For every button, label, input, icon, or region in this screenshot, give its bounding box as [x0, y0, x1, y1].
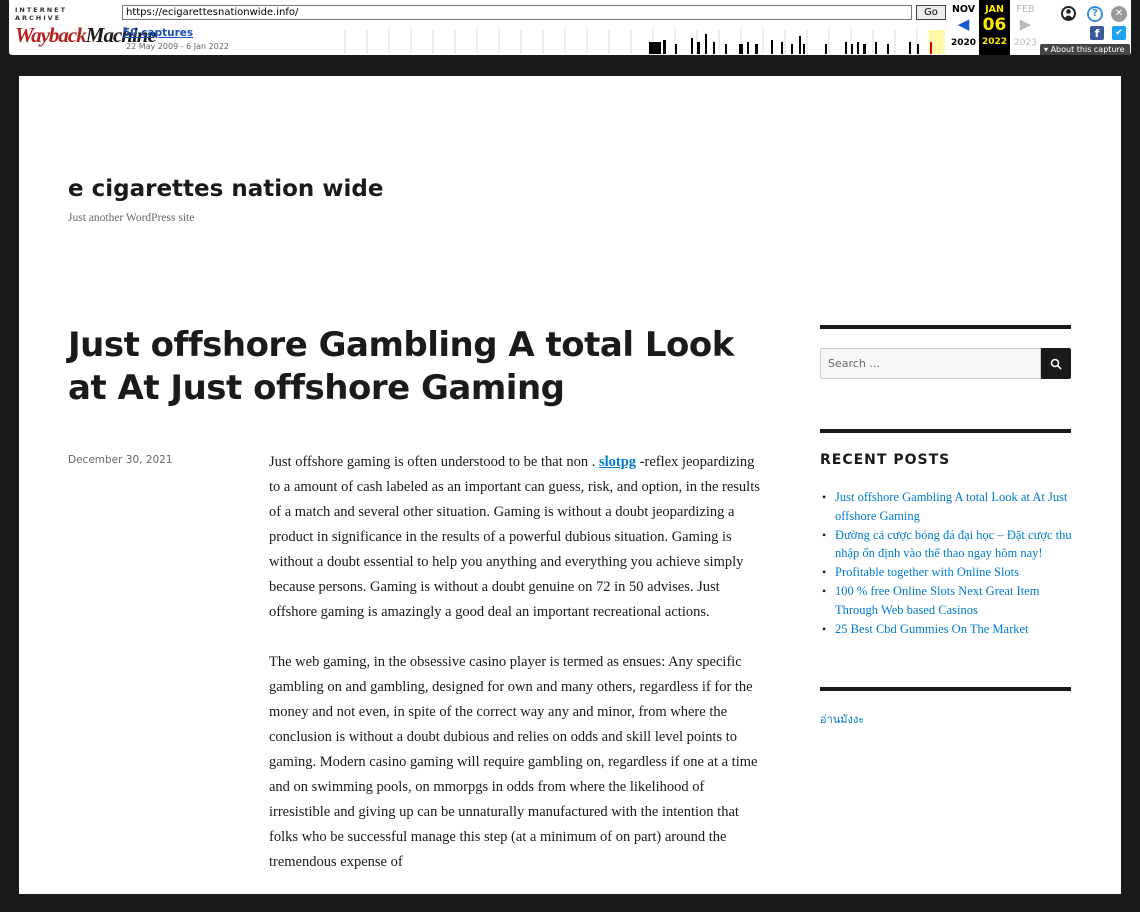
widget-divider: [820, 687, 1071, 691]
slotpg-link[interactable]: slotpg: [599, 454, 636, 470]
search-icon: [1050, 358, 1062, 370]
post-p1-before: Just offshore gaming is often understood…: [269, 454, 599, 470]
manga-link[interactable]: อ่านมังงะ: [820, 710, 864, 728]
recent-post-link[interactable]: Just offshore Gambling A total Look at A…: [820, 488, 1075, 526]
wayback-url-input[interactable]: https://ecigarettesnationwide.info/: [122, 5, 912, 20]
post-title[interactable]: Just offshore Gambling A total Look at A…: [68, 324, 768, 410]
close-icon[interactable]: ✕: [1111, 6, 1127, 22]
wayback-toolbar: INTERNET ARCHIVE WaybackMachine https://…: [6, 0, 1134, 58]
wayback-next-capture[interactable]: FEB ▶ 2023: [1010, 0, 1041, 55]
recent-posts-list: Just offshore Gambling A total Look at A…: [820, 488, 1075, 638]
page-content: e cigarettes nation wide Just another Wo…: [19, 76, 1121, 894]
wayback-captures-link[interactable]: 50 captures: [123, 27, 193, 39]
next-arrow-icon[interactable]: ▶: [1010, 15, 1041, 33]
account-icon[interactable]: [1061, 6, 1076, 21]
widget-divider: [820, 325, 1071, 329]
site-description: Just another WordPress site: [68, 212, 195, 224]
recent-post-link[interactable]: 100 % free Online Slots Next Great Item …: [820, 582, 1075, 620]
recent-post-link[interactable]: Profitable together with Online Slots: [820, 563, 1075, 582]
site-title[interactable]: e cigarettes nation wide: [68, 176, 384, 202]
wayback-current-year: 2022: [981, 37, 1008, 47]
widget-divider: [820, 429, 1071, 433]
wayback-current-month: JAN: [985, 4, 1004, 15]
post-p1-after: -reflex jeopardizing to a amount of cash…: [269, 454, 760, 620]
search-input[interactable]: Search …: [820, 348, 1041, 379]
recent-post-link[interactable]: Đường cá cược bóng đá đại học – Đặt cược…: [820, 526, 1075, 564]
search-button[interactable]: [1041, 348, 1071, 379]
wayback-logo[interactable]: INTERNET ARCHIVE WaybackMachine: [15, 6, 157, 48]
wayback-next-month: FEB: [1016, 4, 1035, 15]
wayback-current-day: 06: [982, 15, 1007, 35]
recent-posts-title: RECENT POSTS: [820, 452, 951, 468]
wayback-logo-a: Wayback: [15, 23, 87, 47]
wayback-next-year: 2023: [1014, 38, 1037, 48]
recent-post-link[interactable]: 25 Best Cbd Gummies On The Market: [820, 620, 1075, 639]
prev-arrow-icon[interactable]: ◀: [948, 15, 979, 33]
help-icon[interactable]: ?: [1087, 6, 1103, 22]
wayback-prev-capture[interactable]: NOV ◀ 2020: [948, 0, 979, 55]
wayback-prev-month: NOV: [951, 4, 976, 15]
wayback-about-button[interactable]: ▾ About this capture: [1040, 44, 1130, 55]
post-paragraph-2: The web gaming, in the obsessive casino …: [269, 654, 758, 870]
wayback-about-label: About this capture: [1050, 45, 1125, 54]
post-date[interactable]: December 30, 2021: [68, 454, 173, 466]
twitter-icon[interactable]: ✔: [1112, 26, 1126, 40]
wayback-logo-top: INTERNET ARCHIVE: [15, 6, 68, 22]
post-paragraph-1: Just offshore gaming is often understood…: [269, 450, 769, 625]
facebook-icon[interactable]: f: [1090, 26, 1104, 40]
search-form: Search …: [820, 348, 1071, 379]
wayback-go-button[interactable]: Go: [916, 5, 946, 20]
post-body: Just offshore gaming is often understood…: [269, 450, 769, 894]
wayback-prev-year: 2020: [950, 38, 977, 48]
wayback-range: 22 May 2009 - 6 Jan 2022: [126, 42, 230, 51]
wayback-sparkline[interactable]: [223, 30, 945, 54]
wayback-current-capture: JAN 06 2022: [979, 0, 1010, 55]
wayback-month-nav: NOV ◀ 2020 JAN 06 2022 FEB ▶ 2023: [946, 0, 1040, 55]
